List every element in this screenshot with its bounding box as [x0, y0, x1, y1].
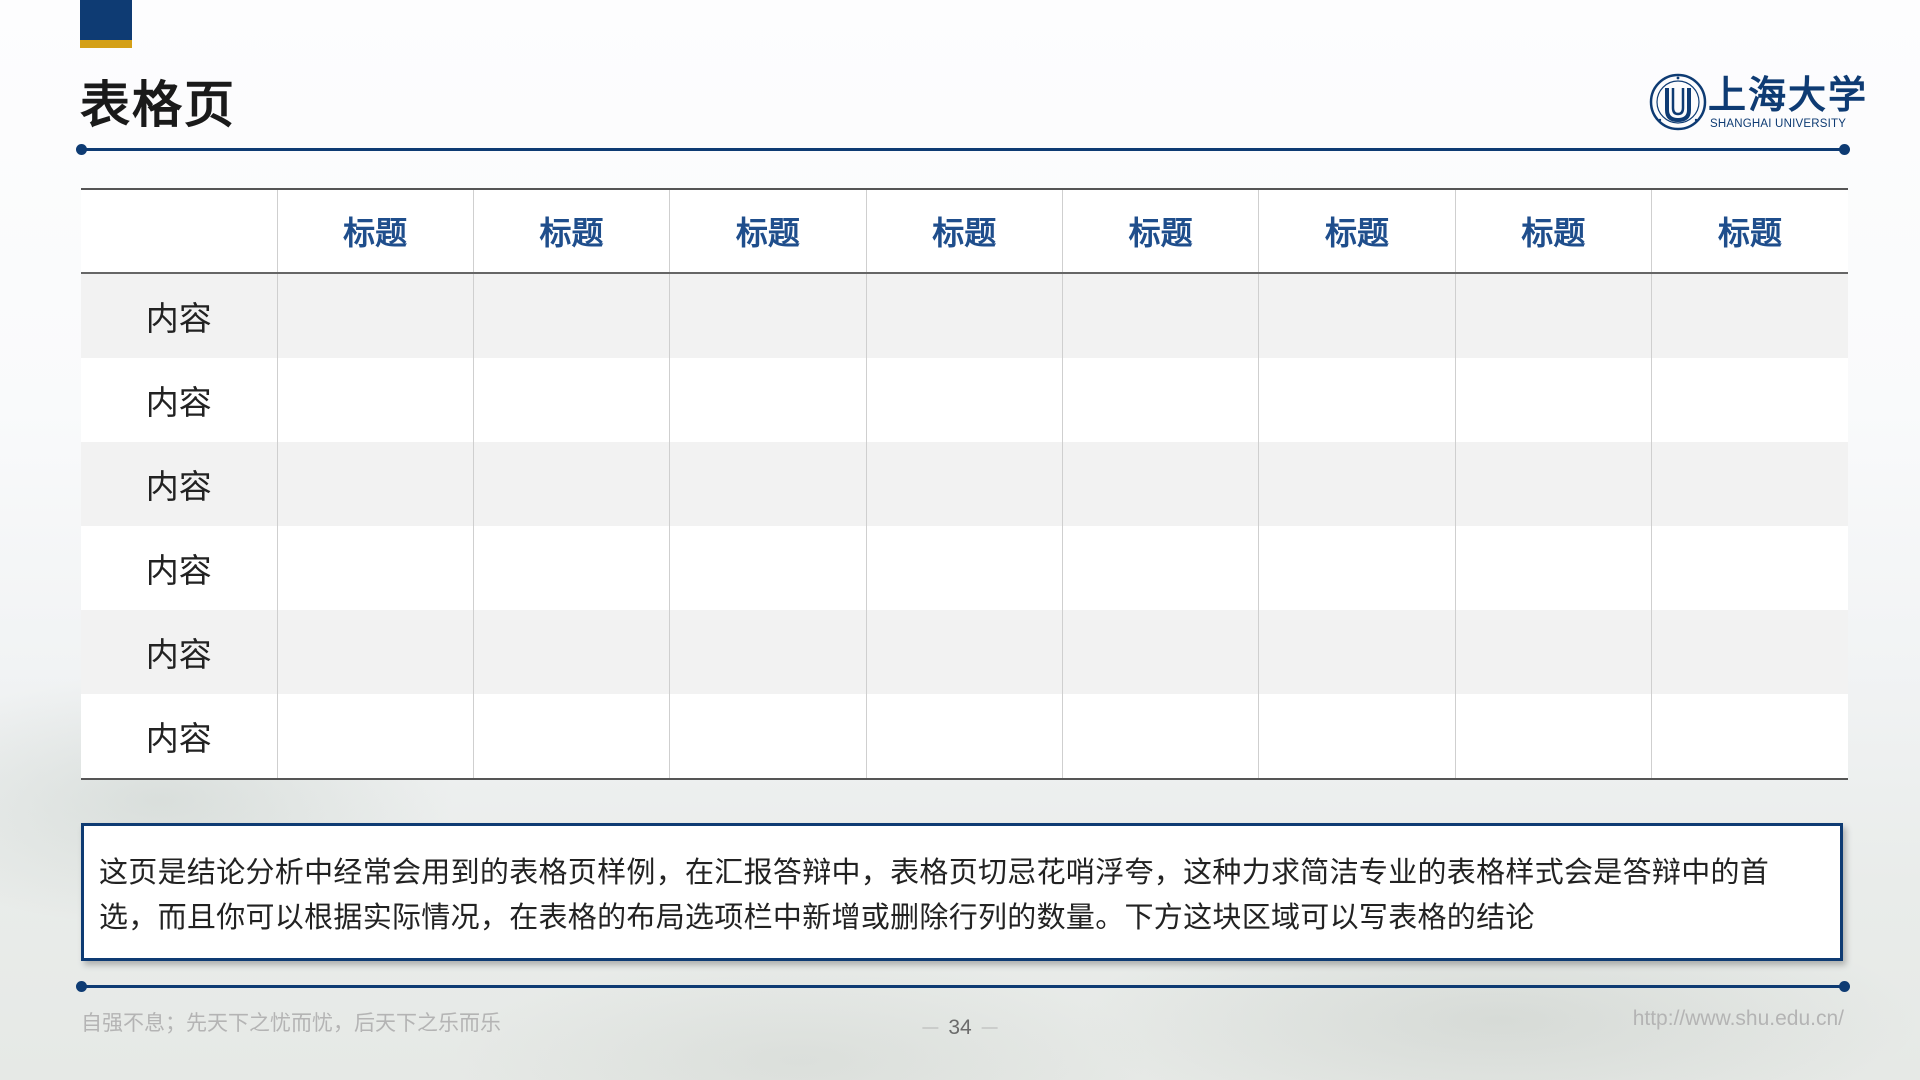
table-row-label: 内容 [81, 526, 277, 610]
logo-name-cn: 上海大学 [1708, 72, 1869, 117]
table-cell [1258, 442, 1456, 526]
table-cell [276, 442, 474, 526]
table-cell [1651, 442, 1848, 526]
table-column-header: 标题 [276, 189, 474, 274]
page-number-dash-left: — [922, 1019, 939, 1037]
table-cell [1454, 526, 1652, 610]
table-row-label: 内容 [81, 694, 277, 779]
table-row-label: 内容 [81, 442, 277, 526]
table-row: 内容 [81, 610, 1848, 694]
table-cell [865, 273, 1063, 358]
conclusion-text: 这页是结论分析中经常会用到的表格页样例，在汇报答辩中，表格页切忌花哨浮夸，这种力… [99, 855, 1770, 934]
table-cell [1651, 526, 1848, 610]
table-cell [276, 273, 474, 358]
table-cell [276, 526, 474, 610]
table-cell [1651, 694, 1848, 779]
table-cell [1061, 526, 1259, 610]
table-column-header: 标题 [865, 189, 1063, 274]
table-cell [669, 358, 867, 442]
table-corner-cell [81, 189, 277, 274]
table-column-header: 标题 [1454, 189, 1652, 274]
table-cell [1258, 610, 1456, 694]
table-row: 内容 [81, 526, 1848, 610]
table-row-label: 内容 [81, 273, 277, 358]
table-cell [1258, 358, 1456, 442]
corner-accent-gold [80, 40, 132, 48]
page-number-value: 34 [948, 1016, 972, 1039]
table-cell [276, 610, 474, 694]
table-cell [669, 273, 867, 358]
table-cell [1258, 694, 1456, 779]
table-cell [1651, 610, 1848, 694]
table-cell [472, 442, 670, 526]
table-cell [865, 526, 1063, 610]
table-cell [669, 526, 867, 610]
table-header-row: 标题 标题 标题 标题 标题 标题 标题 标题 [81, 189, 1848, 274]
table-cell [865, 610, 1063, 694]
corner-accent [80, 0, 132, 48]
table-cell [1061, 442, 1259, 526]
table-row-label: 内容 [81, 610, 277, 694]
header-divider [76, 144, 1850, 155]
table-cell [669, 694, 867, 779]
table-column-header: 标题 [1061, 189, 1259, 274]
corner-accent-blue [80, 0, 132, 40]
table-column-header: 标题 [472, 189, 670, 274]
table-cell [669, 442, 867, 526]
table-cell [1651, 273, 1848, 358]
table-row: 内容 [81, 358, 1848, 442]
table-cell [472, 694, 670, 779]
table-cell [669, 610, 867, 694]
table-cell [1061, 273, 1259, 358]
table-cell [1061, 358, 1259, 442]
page-number: — 34 — [912, 1016, 1008, 1040]
logo-name-en: SHANGHAI UNIVERSITY [1710, 118, 1847, 130]
table-cell [1454, 273, 1652, 358]
table-cell [1061, 610, 1259, 694]
table-cell [865, 358, 1063, 442]
table-cell [865, 442, 1063, 526]
table-cell [472, 610, 670, 694]
table-row: 内容 [81, 273, 1848, 358]
conclusion-box: 这页是结论分析中经常会用到的表格页样例，在汇报答辩中，表格页切忌花哨浮夸，这种力… [81, 823, 1843, 961]
footer-url: http://www.shu.edu.cn/ [1632, 1007, 1844, 1030]
table-cell [865, 694, 1063, 779]
table-cell [1454, 442, 1652, 526]
table-column-header: 标题 [1651, 189, 1848, 274]
table-row-label: 内容 [81, 358, 277, 442]
table-cell [1061, 694, 1259, 779]
table-cell [472, 273, 670, 358]
page-title: 表格页 [80, 76, 236, 134]
table-cell [472, 358, 670, 442]
table-column-header: 标题 [1258, 189, 1456, 274]
table-cell [1258, 526, 1456, 610]
footer-motto: 自强不息；先天下之忧而忧，后天下之乐而乐 [81, 1011, 501, 1035]
table-cell [472, 526, 670, 610]
table-cell [1258, 273, 1456, 358]
page-number-dash-right: — [981, 1019, 998, 1037]
university-logo: 上海大学 SHANGHAI UNIVERSITY [1646, 68, 1866, 138]
table-column-header: 标题 [669, 189, 867, 274]
shanghai-university-emblem-icon [1649, 73, 1707, 131]
table-row: 内容 [81, 442, 1848, 526]
table-cell [276, 694, 474, 779]
table-cell [1651, 358, 1848, 442]
table-cell [276, 358, 474, 442]
table-row: 内容 [81, 694, 1848, 779]
table-cell [1454, 610, 1652, 694]
footer-divider [76, 981, 1850, 992]
data-table: 标题 标题 标题 标题 标题 标题 标题 标题 内容 内容 内容 内容 内容 内… [81, 188, 1848, 780]
table-cell [1454, 358, 1652, 442]
table-cell [1454, 694, 1652, 779]
